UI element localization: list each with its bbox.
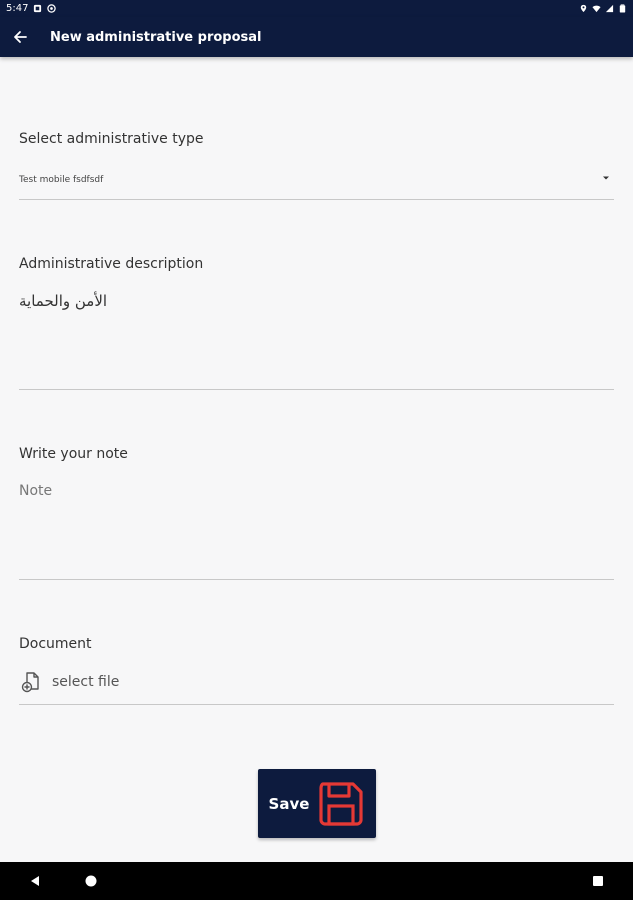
page-title: New administrative proposal bbox=[50, 29, 262, 45]
document-underline bbox=[19, 704, 614, 705]
status-bar: 5:47 bbox=[0, 0, 633, 17]
description-input[interactable]: الأمن والحماية bbox=[19, 292, 107, 310]
save-button[interactable]: Save bbox=[258, 769, 376, 838]
location-icon bbox=[580, 4, 587, 13]
at-sign-icon bbox=[47, 4, 57, 13]
note-underline bbox=[19, 579, 614, 580]
document-label: Document bbox=[19, 636, 92, 652]
floppy-disk-icon bbox=[319, 781, 364, 826]
status-time: 5:47 bbox=[6, 3, 29, 14]
nav-back-icon[interactable] bbox=[28, 874, 42, 888]
save-button-label: Save bbox=[268, 794, 310, 813]
note-label: Write your note bbox=[19, 446, 128, 462]
notification-icon bbox=[34, 4, 42, 13]
type-label: Select administrative type bbox=[19, 131, 204, 147]
navigation-bar bbox=[0, 862, 633, 900]
description-underline bbox=[19, 389, 614, 390]
select-file-button[interactable]: select file bbox=[19, 670, 119, 694]
select-file-label: select file bbox=[52, 674, 120, 690]
description-label: Administrative description bbox=[19, 256, 204, 272]
back-arrow-icon bbox=[14, 31, 27, 43]
wifi-icon bbox=[592, 5, 601, 13]
status-left: 5:47 bbox=[6, 3, 57, 14]
add-file-icon bbox=[21, 672, 39, 693]
app-screen: 5:47 New administrative proposal Select … bbox=[0, 0, 633, 900]
dropdown-arrow-icon[interactable] bbox=[602, 174, 610, 182]
back-button[interactable] bbox=[0, 17, 40, 57]
type-select-underline bbox=[19, 199, 614, 200]
signal-icon bbox=[605, 4, 614, 13]
note-input[interactable]: Note bbox=[19, 483, 52, 499]
app-bar: New administrative proposal bbox=[0, 17, 633, 57]
status-right bbox=[579, 4, 627, 13]
type-select-value[interactable]: Test mobile fsdfsdf bbox=[19, 175, 103, 185]
nav-home-icon[interactable] bbox=[84, 874, 98, 888]
battery-icon bbox=[619, 4, 626, 13]
nav-recents-icon[interactable] bbox=[592, 875, 604, 887]
